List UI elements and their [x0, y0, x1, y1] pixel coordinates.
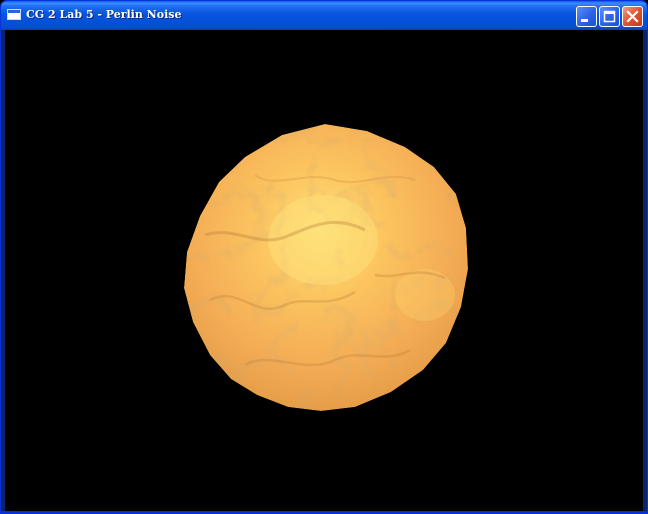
title-bar[interactable]: CG 2 Lab 5 - Perlin Noise: [1, 1, 647, 30]
application-window: CG 2 Lab 5 - Perlin Noise: [0, 0, 648, 514]
render-viewport[interactable]: [5, 30, 643, 511]
window-title: CG 2 Lab 5 - Perlin Noise: [26, 8, 182, 21]
minimize-button[interactable]: [576, 6, 597, 27]
minimize-icon: [581, 19, 588, 22]
maximize-icon: [603, 10, 616, 23]
close-icon: [626, 10, 639, 23]
close-button[interactable]: [622, 6, 643, 27]
window-icon[interactable]: [7, 9, 21, 20]
perlin-noise-sphere-render: [5, 30, 643, 511]
maximize-button[interactable]: [599, 6, 620, 27]
